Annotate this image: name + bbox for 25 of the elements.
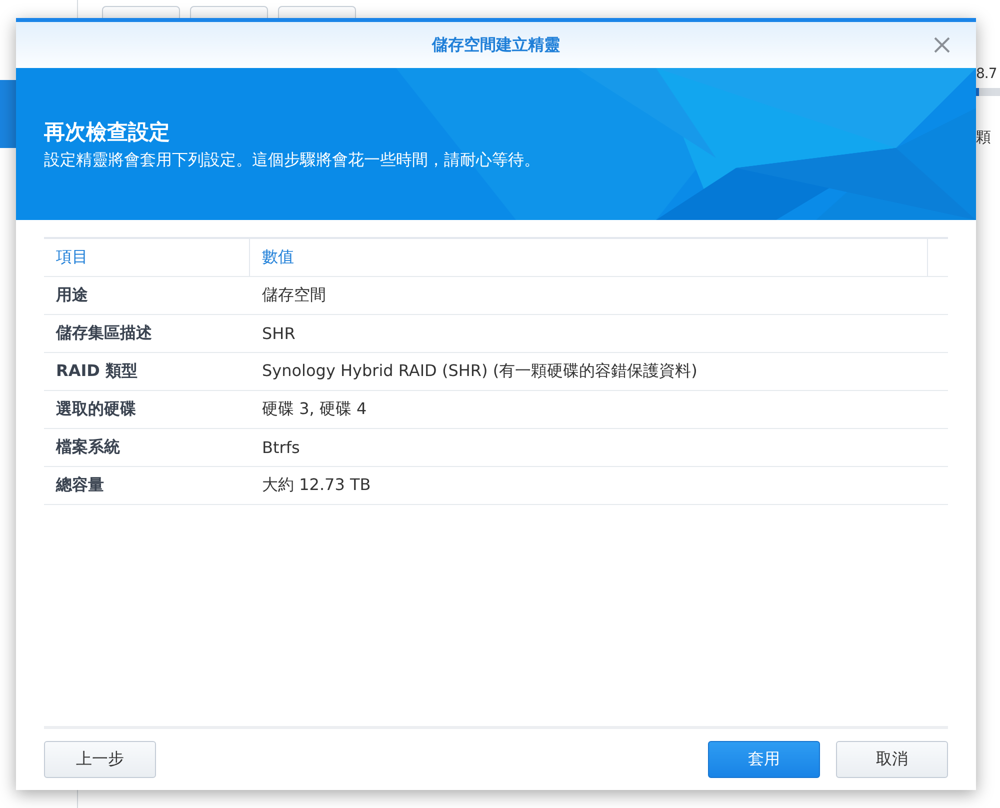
column-header[interactable]: 數值	[250, 239, 928, 276]
dialog-button[interactable]: 取消	[836, 741, 948, 778]
close-icon[interactable]	[932, 35, 952, 55]
table-cell-text: Btrfs	[261, 438, 301, 457]
column-header[interactable]: 項目	[44, 239, 250, 276]
apply-button[interactable]: 套用	[708, 741, 820, 778]
table-cell-text: 儲存集區描述	[54, 323, 153, 344]
table-cell-text: 硬碟 3, 硬碟 4	[261, 399, 368, 420]
table-cell-text: 儲存空間	[261, 285, 327, 306]
table-cell-text: Synology Hybrid RAID (SHR) (有一顆硬碟的容錯保護資料)	[261, 361, 698, 382]
table-cell-text: 檔案系統	[54, 437, 121, 458]
table-cell-text: 總容量	[54, 475, 105, 496]
banner-subtitle: 設定精靈將會套用下列設定。這個步驟將會花一些時間，請耐心等待。	[44, 150, 541, 171]
table-cell-text: 大約 12.73 TB	[261, 475, 372, 496]
window-title: 儲存空間建立精靈	[432, 34, 560, 56]
usage-bar	[976, 88, 1000, 96]
table-cell-text: 用途	[54, 285, 89, 306]
table-cell-text: SHR	[261, 324, 296, 343]
dialog-button[interactable]: 上一步	[44, 741, 156, 778]
table-cell-text: RAID 類型	[55, 361, 139, 382]
sidebar-highlight	[0, 80, 16, 148]
description-text: 顆	[976, 128, 992, 147]
table-cell-text: 選取的硬碟	[55, 399, 137, 420]
capacity-text: 8.7	[976, 66, 998, 82]
banner-title: 再次檢查設定	[44, 119, 171, 146]
